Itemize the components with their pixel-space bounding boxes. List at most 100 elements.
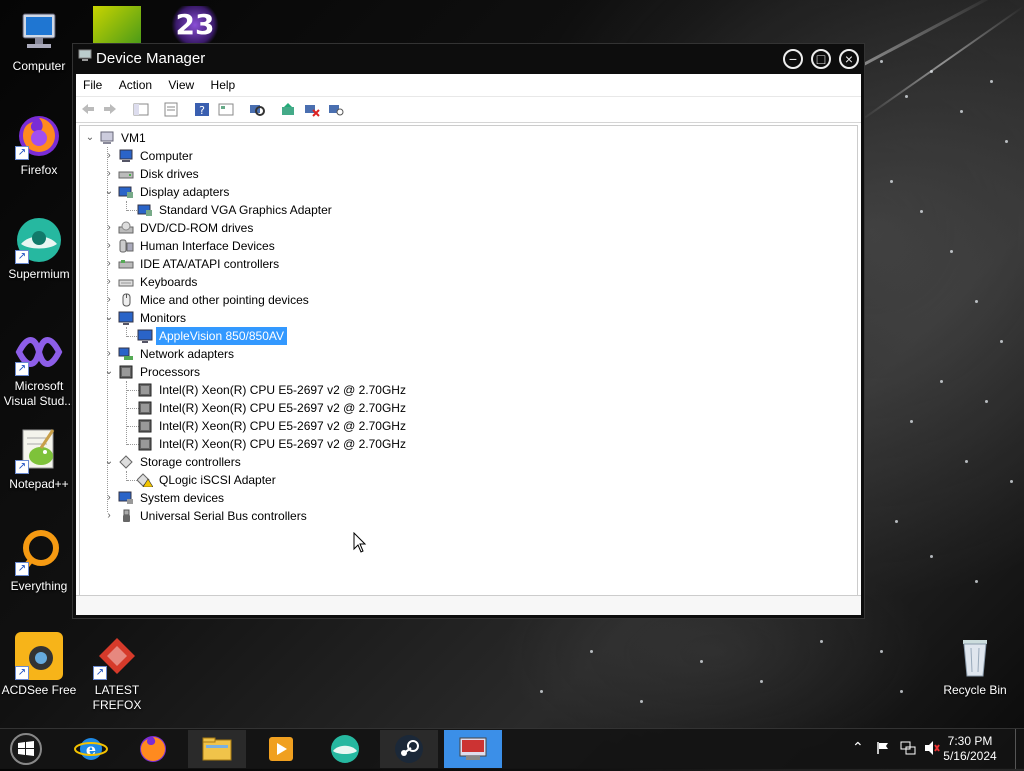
uninstall-device-icon[interactable] xyxy=(304,102,320,117)
expand-arrow-icon[interactable]: › xyxy=(104,147,114,165)
tree-item-storage-controllers[interactable]: ⌄ Storage controllers xyxy=(80,453,380,471)
tree-item-monitors[interactable]: ⌄ Monitors xyxy=(80,309,380,327)
tree-item-label: DVD/CD-ROM drives xyxy=(140,221,254,235)
desktop-icon-acdsee[interactable]: ↗ ACDSee Free xyxy=(0,632,78,698)
expand-arrow-icon[interactable]: › xyxy=(104,237,114,255)
title-bar[interactable]: Device Manager − □ × xyxy=(73,44,864,74)
tree-item-computer[interactable]: › Computer xyxy=(80,147,380,165)
tree-root[interactable]: ⌄ VM1 xyxy=(80,129,380,147)
desktop-icon-frefox[interactable]: ↗ LATEST FREFOX xyxy=(78,632,156,713)
media-player-icon xyxy=(269,737,293,761)
expand-arrow-icon[interactable]: › xyxy=(104,219,114,237)
menu-help[interactable]: Help xyxy=(204,74,242,92)
desktop-icon-label: Computer xyxy=(12,59,66,73)
tree-item-display-adapters[interactable]: ⌄ Display adapters xyxy=(80,183,380,201)
close-glyph: × xyxy=(844,51,854,67)
expand-arrow-icon[interactable]: › xyxy=(104,345,114,363)
window-client: File Action View Help ? ⌄ VM1 › Computer… xyxy=(76,74,861,615)
scan-hardware-icon[interactable] xyxy=(249,102,265,117)
minimize-button[interactable]: − xyxy=(783,49,803,69)
taskbar-supermium[interactable] xyxy=(316,730,374,768)
taskbar-media-player[interactable] xyxy=(252,730,310,768)
close-button[interactable]: × xyxy=(839,49,859,69)
expand-arrow-icon[interactable]: › xyxy=(104,507,114,525)
tree-item-system-devices[interactable]: › System devices xyxy=(80,489,380,507)
collapse-arrow-icon[interactable]: ⌄ xyxy=(104,453,114,471)
volume-muted-icon[interactable] xyxy=(924,740,940,756)
desktop-icon-notepadpp[interactable]: ↗ Notepad++ xyxy=(0,426,78,492)
supermium-icon xyxy=(331,735,359,763)
taskbar-firefox[interactable] xyxy=(124,730,182,768)
enable-device-icon[interactable] xyxy=(328,102,344,117)
desktop-icon-computer[interactable]: Computer xyxy=(0,8,78,74)
collapse-arrow-icon[interactable]: ⌄ xyxy=(104,309,114,327)
menu-view[interactable]: View xyxy=(161,74,200,92)
processor-icon xyxy=(138,437,152,451)
tree-item-processors[interactable]: ⌄ Processors xyxy=(80,363,380,381)
taskbar-steam[interactable] xyxy=(380,730,438,768)
display-adapter-icon xyxy=(137,204,152,216)
menu-file[interactable]: File xyxy=(76,74,108,92)
taskbar-file-explorer[interactable] xyxy=(188,730,246,768)
desktop-icon-label: Supermium xyxy=(8,267,70,281)
tree-item-label: Human Interface Devices xyxy=(140,239,275,253)
show-hidden-icons-chevron-icon[interactable]: ⌃ xyxy=(852,739,864,756)
taskbar-device-manager[interactable] xyxy=(444,730,502,768)
system-clock[interactable]: 7:30 PM 5/16/2024 xyxy=(940,734,1000,764)
green-app-icon[interactable] xyxy=(93,6,141,44)
network-icon[interactable] xyxy=(900,741,916,755)
tree-child-cpu[interactable]: Intel(R) Xeon(R) CPU E5-2697 v2 @ 2.70GH… xyxy=(80,381,480,399)
tree-child-cpu[interactable]: Intel(R) Xeon(R) CPU E5-2697 v2 @ 2.70GH… xyxy=(80,435,480,453)
tree-child-qlogic[interactable]: QLogic iSCSI Adapter xyxy=(80,471,380,489)
tree-child-applevision[interactable]: AppleVision 850/850AV xyxy=(80,327,380,345)
collapse-arrow-icon[interactable]: ⌄ xyxy=(104,363,114,381)
action-center-flag-icon[interactable] xyxy=(876,741,890,755)
tree-child-cpu[interactable]: Intel(R) Xeon(R) CPU E5-2697 v2 @ 2.70GH… xyxy=(80,399,480,417)
help-icon[interactable]: ? xyxy=(194,102,210,117)
tree-child-standard-vga[interactable]: Standard VGA Graphics Adapter xyxy=(80,201,480,219)
show-hide-tree-icon[interactable] xyxy=(133,102,149,117)
ide-controller-icon xyxy=(118,260,134,269)
device-tree[interactable]: ⌄ VM1 › Computer › Disk drives ⌄ Display… xyxy=(79,125,858,599)
svg-text:?: ? xyxy=(199,104,205,117)
tree-item-usb[interactable]: › Universal Serial Bus controllers xyxy=(80,507,380,525)
tree-item-label: Intel(R) Xeon(R) CPU E5-2697 v2 @ 2.70GH… xyxy=(159,383,406,397)
computer-icon xyxy=(119,149,133,162)
tree-item-keyboards[interactable]: › Keyboards xyxy=(80,273,380,291)
tree-item-label: Universal Serial Bus controllers xyxy=(140,509,307,523)
tree-item-network-adapters[interactable]: › Network adapters xyxy=(80,345,380,363)
collapse-arrow-icon[interactable]: ⌄ xyxy=(104,183,114,201)
forward-icon[interactable] xyxy=(102,102,118,117)
calendar-app-icon[interactable]: 23 xyxy=(170,6,220,44)
desktop-icon-visual-studio[interactable]: ↗ Microsoft Visual Stud... xyxy=(0,328,78,409)
expand-arrow-icon[interactable]: › xyxy=(104,291,114,309)
storage-controller-warning-icon xyxy=(137,473,153,487)
update-driver-icon[interactable] xyxy=(280,102,296,117)
view-icon[interactable] xyxy=(218,102,234,117)
desktop-icon-supermium[interactable]: ↗ Supermium xyxy=(0,216,78,282)
tree-item-hid[interactable]: › Human Interface Devices xyxy=(80,237,380,255)
tree-item-dvd[interactable]: › DVD/CD-ROM drives xyxy=(80,219,380,237)
display-adapter-icon xyxy=(118,186,133,198)
desktop-icon-recycle-bin[interactable]: Recycle Bin xyxy=(936,632,1014,698)
properties-icon[interactable] xyxy=(163,102,179,117)
recycle-bin-icon xyxy=(951,632,999,680)
taskbar-internet-explorer[interactable]: e xyxy=(62,730,120,768)
visual-studio-icon: ↗ xyxy=(15,328,63,376)
tree-item-disk-drives[interactable]: › Disk drives xyxy=(80,165,380,183)
desktop-icon-everything[interactable]: ↗ Everything xyxy=(0,528,78,594)
start-button[interactable] xyxy=(10,733,42,765)
show-desktop-button[interactable] xyxy=(1015,729,1024,769)
expand-arrow-icon[interactable]: › xyxy=(104,489,114,507)
collapse-arrow-icon[interactable]: ⌄ xyxy=(85,129,95,147)
expand-arrow-icon[interactable]: › xyxy=(104,165,114,183)
back-icon[interactable] xyxy=(80,102,96,117)
tree-item-ide[interactable]: › IDE ATA/ATAPI controllers xyxy=(80,255,380,273)
menu-action[interactable]: Action xyxy=(112,74,158,92)
expand-arrow-icon[interactable]: › xyxy=(104,255,114,273)
tree-child-cpu[interactable]: Intel(R) Xeon(R) CPU E5-2697 v2 @ 2.70GH… xyxy=(80,417,480,435)
expand-arrow-icon[interactable]: › xyxy=(104,273,114,291)
maximize-button[interactable]: □ xyxy=(811,49,831,69)
desktop-icon-firefox[interactable]: ↗ Firefox xyxy=(0,112,78,178)
tree-item-mice[interactable]: › Mice and other pointing devices xyxy=(80,291,380,309)
